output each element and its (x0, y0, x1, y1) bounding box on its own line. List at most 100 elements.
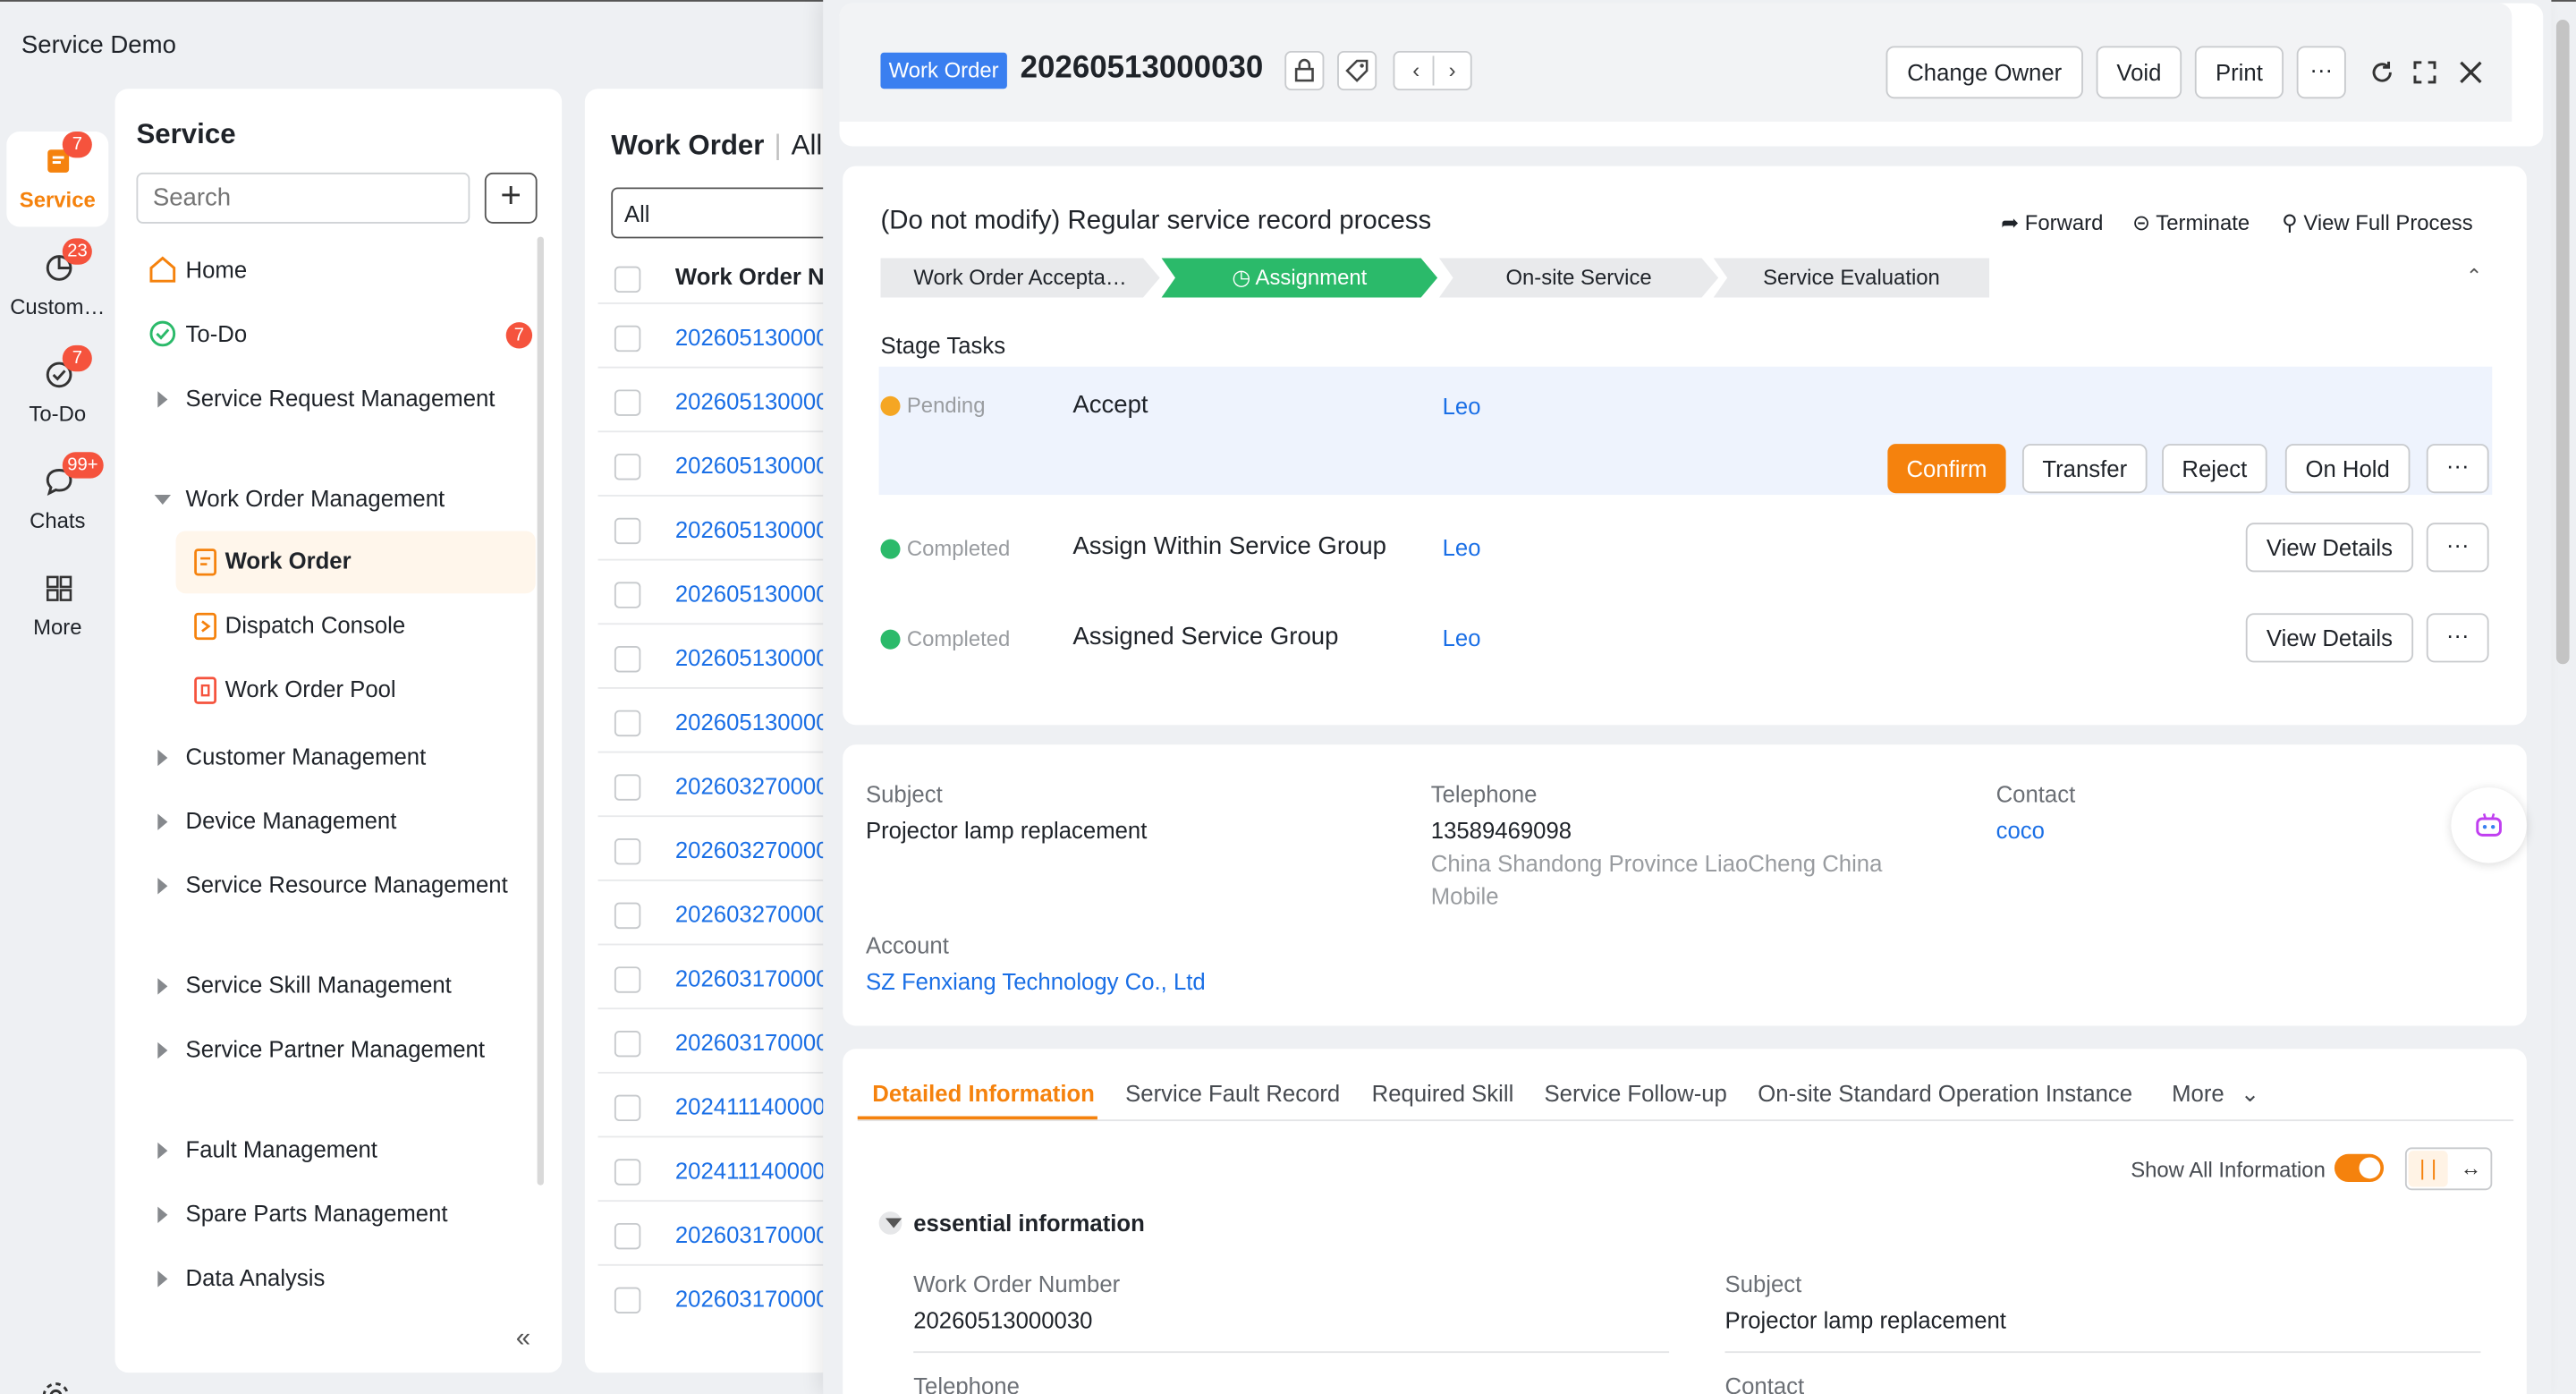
tab-service-follow-up[interactable]: Service Follow-up (1544, 1080, 1726, 1106)
column-header-work-order-number[interactable]: Work Order N (675, 263, 848, 299)
list-view-name[interactable]: All (792, 130, 823, 161)
gear-icon[interactable] (39, 1379, 72, 1394)
task-owner[interactable]: Leo (1443, 393, 1481, 419)
work-order-number-link[interactable]: 202605130000 (675, 581, 829, 607)
work-order-number-link[interactable]: 202603170000 (675, 1221, 829, 1247)
work-order-number-link[interactable]: 202605130000 (675, 388, 829, 414)
stage-assignment[interactable]: ◷ Assignment (1161, 258, 1438, 298)
work-order-number-link[interactable]: 202411140000 (675, 1157, 826, 1183)
select-all-checkbox[interactable] (614, 266, 641, 293)
list-filter-select[interactable]: All (611, 187, 848, 239)
app-title: Service Demo (21, 30, 176, 60)
row-checkbox[interactable] (614, 1030, 641, 1058)
on-hold-button[interactable]: On Hold (2284, 444, 2411, 494)
show-all-toggle[interactable] (2334, 1153, 2385, 1183)
terminate-action[interactable]: ⊝ Terminate (2132, 210, 2250, 236)
rail-item-more[interactable]: More (6, 559, 108, 655)
rail-item-todo[interactable]: 7 To-Do (6, 344, 108, 441)
row-checkbox[interactable] (614, 838, 641, 865)
view-full-process-action[interactable]: ⚲ View Full Process (2282, 210, 2472, 236)
work-order-number-link[interactable]: 202603170000 (675, 1029, 829, 1055)
row-checkbox[interactable] (614, 1094, 641, 1122)
collapse-stages-icon[interactable]: ⌃ (2466, 265, 2482, 288)
row-checkbox[interactable] (614, 454, 641, 480)
void-button[interactable]: Void (2096, 46, 2182, 99)
work-order-number-link[interactable]: 202605130000 (675, 516, 829, 542)
account-link[interactable]: SZ Fenxiang Technology Co., Ltd (866, 968, 1206, 994)
nav-subitem-work-order[interactable]: Work Order (175, 531, 536, 594)
row-checkbox[interactable] (614, 902, 641, 930)
work-order-number-link[interactable]: 202605130000 (675, 324, 829, 350)
process-title: (Do not modify) Regular service record p… (880, 207, 1432, 235)
two-column-layout-icon[interactable]: | | (2408, 1151, 2448, 1187)
work-order-number-link[interactable]: 202603270000 (675, 773, 829, 799)
task-more-button[interactable]: ··· (2426, 523, 2489, 573)
row-checkbox[interactable] (614, 325, 641, 353)
assistant-bot-button[interactable] (2451, 787, 2527, 863)
row-checkbox[interactable] (614, 646, 641, 673)
nav-search-input[interactable] (136, 172, 470, 224)
nav-subitem-work-order-pool[interactable]: Work Order Pool (176, 659, 536, 722)
lock-icon[interactable] (1284, 50, 1325, 91)
print-button[interactable]: Print (2194, 46, 2284, 99)
fullscreen-icon[interactable] (2410, 57, 2439, 87)
work-order-number-link[interactable]: 202605130000 (675, 644, 829, 670)
expand-width-icon[interactable]: ↔ (2451, 1151, 2490, 1186)
task-more-button[interactable]: ··· (2426, 444, 2489, 494)
next-record-icon[interactable]: › (1436, 53, 1469, 89)
row-divider (597, 302, 845, 304)
view-details-button[interactable]: View Details (2245, 613, 2414, 663)
row-checkbox[interactable] (614, 389, 641, 416)
work-order-number-link[interactable]: 202605130000 (675, 709, 829, 735)
task-owner[interactable]: Leo (1443, 625, 1481, 650)
tab-required-skill[interactable]: Required Skill (1372, 1080, 1514, 1106)
tab-more[interactable]: More ⌄ (2172, 1080, 2259, 1108)
page-scrollbar[interactable] (2555, 20, 2570, 665)
contact-link[interactable]: coco (1996, 817, 2045, 843)
stage-on-site-service[interactable]: On-site Service (1438, 258, 1719, 298)
more-actions-button[interactable]: ··· (2296, 46, 2346, 99)
nav-scrollbar[interactable] (537, 236, 544, 1186)
tab-detailed-information[interactable]: Detailed Information (872, 1080, 1095, 1106)
row-checkbox[interactable] (614, 1222, 641, 1250)
rail-item-service[interactable]: 7 Service (6, 131, 109, 227)
row-checkbox[interactable] (614, 966, 641, 993)
stage-work-order-acceptance[interactable]: Work Order Accepta… (880, 258, 1160, 298)
forward-action[interactable]: ➦ Forward (2001, 210, 2103, 236)
rail-item-customer[interactable]: 23 Custom… (6, 238, 108, 334)
prev-record-icon[interactable]: ‹ (1400, 53, 1433, 89)
view-details-button[interactable]: View Details (2245, 523, 2414, 573)
tag-icon[interactable] (1337, 50, 1377, 91)
close-icon[interactable] (2456, 57, 2486, 87)
reject-button[interactable]: Reject (2162, 444, 2267, 494)
refresh-icon[interactable] (2368, 57, 2397, 87)
tab-on-site-standard-operation-instance[interactable]: On-site Standard Operation Instance (1758, 1080, 2132, 1106)
work-order-number-link[interactable]: 202603270000 (675, 837, 829, 863)
row-checkbox[interactable] (614, 1287, 641, 1314)
work-order-number-link[interactable]: 202603270000 (675, 901, 829, 927)
transfer-button[interactable]: Transfer (2021, 444, 2148, 494)
layout-switcher: | | ↔ (2404, 1147, 2493, 1191)
work-order-number-link[interactable]: 202605130000 (675, 452, 829, 478)
work-order-number-link[interactable]: 202603170000 (675, 1286, 829, 1312)
nav-subitem-dispatch-console[interactable]: Dispatch Console (176, 595, 536, 658)
nav-add-button[interactable]: + (484, 172, 538, 224)
rail-label-customer: Custom… (10, 293, 106, 319)
work-order-number-link[interactable]: 202411140000 (675, 1093, 826, 1119)
row-checkbox[interactable] (614, 517, 641, 545)
change-owner-button[interactable]: Change Owner (1885, 46, 2083, 99)
forward-icon: ➦ (2001, 210, 2020, 235)
stage-service-evaluation[interactable]: Service Evaluation (1713, 258, 1990, 298)
task-owner[interactable]: Leo (1443, 534, 1481, 560)
rail-item-chats[interactable]: 99+ Chats (6, 452, 108, 548)
tab-service-fault-record[interactable]: Service Fault Record (1125, 1080, 1340, 1106)
caret-right-icon (157, 749, 168, 767)
task-more-button[interactable]: ··· (2426, 613, 2489, 663)
row-checkbox[interactable] (614, 774, 641, 801)
row-checkbox[interactable] (614, 710, 641, 737)
row-checkbox[interactable] (614, 582, 641, 608)
confirm-button[interactable]: Confirm (1887, 444, 2006, 494)
row-checkbox[interactable] (614, 1159, 641, 1186)
collapse-nav-icon[interactable]: « (516, 1325, 530, 1355)
work-order-number-link[interactable]: 202603170000 (675, 965, 829, 990)
